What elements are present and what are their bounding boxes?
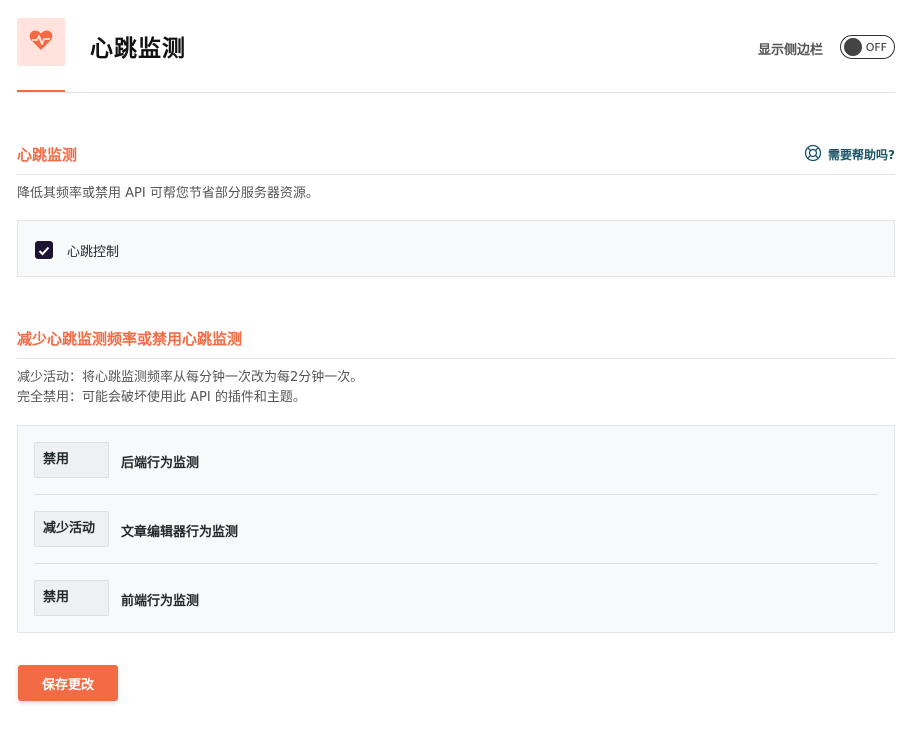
section-description: 降低其频率或禁用 API 可帮您节省部分服务器资源。 <box>17 186 319 201</box>
toggle-knob <box>844 38 862 56</box>
toggle-state-text: OFF <box>865 41 887 54</box>
checkmark-icon <box>38 241 50 260</box>
behavior-settings-panel: 禁用 后端行为监测 减少活动 文章编辑器行为监测 禁用 前端行为监测 <box>17 425 895 633</box>
help-link[interactable]: 需要帮助吗? <box>804 144 895 165</box>
backend-select[interactable]: 禁用 <box>34 442 109 478</box>
setting-row-backend: 禁用 后端行为监测 <box>34 426 878 495</box>
setting-row-editor: 减少活动 文章编辑器行为监测 <box>34 495 878 564</box>
lifebuoy-icon <box>804 144 822 165</box>
heartbeat-control-panel: 心跳控制 <box>17 220 895 277</box>
save-changes-button[interactable]: 保存更改 <box>18 665 118 701</box>
section-title-heartbeat: 心跳监测 <box>17 146 78 164</box>
page-title: 心跳监测 <box>90 36 186 62</box>
editor-label: 文章编辑器行为监测 <box>121 525 239 540</box>
editor-select[interactable]: 减少活动 <box>34 511 109 547</box>
frequency-description-line1: 减少活动：将心跳监测频率从每分钟一次改为每2分钟一次。 <box>17 370 364 385</box>
frontend-label: 前端行为监测 <box>121 594 200 609</box>
backend-label: 后端行为监测 <box>121 456 200 471</box>
section-divider <box>17 174 895 175</box>
heartbeat-control-checkbox[interactable] <box>35 241 53 259</box>
sidebar-toggle[interactable]: OFF <box>840 35 895 59</box>
heartbeat-control-label: 心跳控制 <box>67 245 120 260</box>
page-header: 心跳监测 显示侧边栏 OFF <box>17 18 895 93</box>
sidebar-toggle-label: 显示侧边栏 <box>757 43 823 58</box>
heartbeat-icon <box>29 29 53 55</box>
frontend-select[interactable]: 禁用 <box>34 580 109 616</box>
header-active-underline <box>17 90 65 92</box>
setting-row-frontend: 禁用 前端行为监测 <box>34 564 878 633</box>
help-label: 需要帮助吗? <box>828 148 895 162</box>
frequency-description-line2: 完全禁用：可能会破坏使用此 API 的插件和主题。 <box>17 390 306 405</box>
section-divider <box>17 358 895 359</box>
section-title-frequency: 减少心跳监测频率或禁用心跳监测 <box>17 330 243 348</box>
logo <box>17 18 65 66</box>
